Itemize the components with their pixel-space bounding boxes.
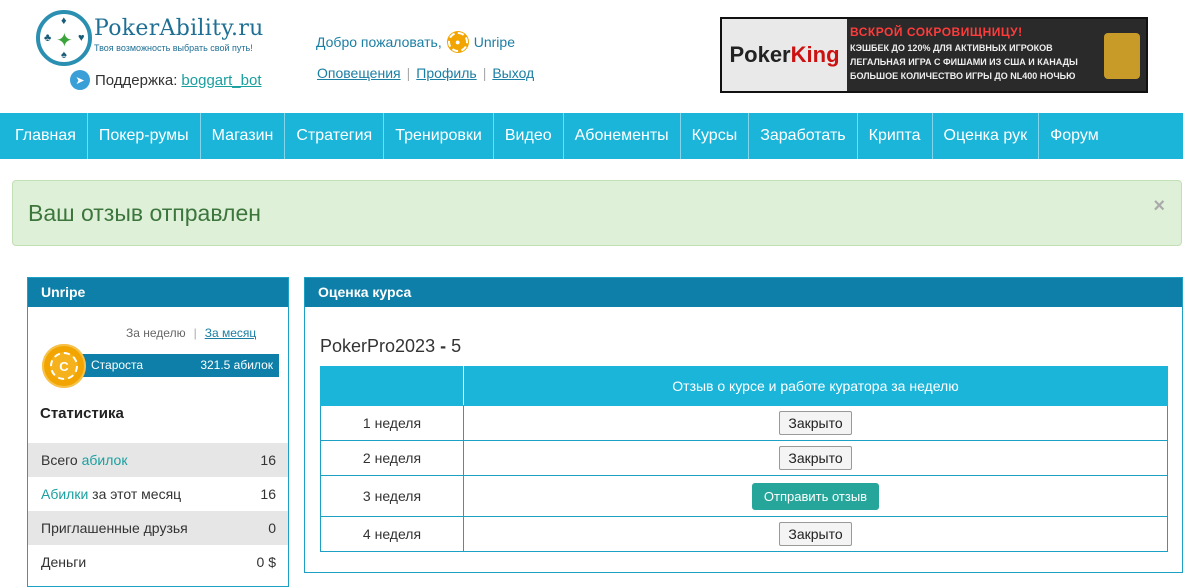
week-label: 1 неделя bbox=[320, 405, 464, 441]
banner-line: ЛЕГАЛЬНАЯ ИГРА С ФИШАМИ ИЗ США И КАНАДЫ bbox=[850, 57, 1078, 67]
support-label: Поддержка: bbox=[95, 71, 178, 89]
profile-link[interactable]: Профиль bbox=[416, 65, 476, 81]
nav-video[interactable]: Видео bbox=[494, 113, 564, 159]
nav-strategy[interactable]: Стратегия bbox=[285, 113, 385, 159]
banner-line: БОЛЬШОЕ КОЛИЧЕСТВО ИГРЫ ДО NL400 НОЧЬЮ bbox=[850, 71, 1076, 81]
nav-hand-review[interactable]: Оценка рук bbox=[933, 113, 1040, 159]
success-alert: Ваш отзыв отправлен × bbox=[12, 180, 1182, 246]
table-row: 1 неделя Закрыто bbox=[320, 405, 1168, 441]
telegram-icon: ➤ bbox=[70, 70, 90, 90]
banner-text: ВСКРОЙ СОКРОВИЩНИЦУ! КЭШБЕК ДО 120% ДЛЯ … bbox=[850, 25, 1100, 81]
alert-message: Ваш отзыв отправлен bbox=[28, 200, 261, 226]
header: ♦ ♣ ♥ ♠ ✦ PokerAbility.ru Твоя возможнос… bbox=[0, 0, 1183, 113]
period-switch: За неделю | За месяц bbox=[126, 326, 257, 340]
period-week[interactable]: За неделю bbox=[126, 326, 186, 340]
close-icon[interactable]: × bbox=[1153, 195, 1165, 218]
stat-value: 0 $ bbox=[256, 554, 276, 570]
banner-headline: ВСКРОЙ СОКРОВИЩНИЦУ! bbox=[850, 25, 1023, 39]
panel-title: Оценка курса bbox=[305, 278, 1182, 307]
rank-chip-icon: C bbox=[42, 344, 86, 388]
stat-value: 0 bbox=[268, 520, 276, 536]
closed-button[interactable]: Закрыто bbox=[779, 446, 852, 470]
ad-banner[interactable]: Poker King ВСКРОЙ СОКРОВИЩНИЦУ! КЭШБЕК ДО… bbox=[720, 17, 1148, 93]
nav-crypto[interactable]: Крипта bbox=[858, 113, 933, 159]
week-label: 4 неделя bbox=[320, 516, 464, 552]
week-label: 2 неделя bbox=[320, 440, 464, 476]
send-review-button[interactable]: Отправить отзыв bbox=[751, 482, 880, 510]
logo-title: PokerAbility.ru bbox=[94, 16, 264, 41]
nav-trainings[interactable]: Тренировки bbox=[384, 113, 494, 159]
rank-bar: Староста 321.5 абилок bbox=[74, 354, 279, 377]
stat-row: Всего абилок 16 bbox=[28, 443, 288, 477]
user-sidebar: Unripe За неделю | За месяц C Староста 321… bbox=[27, 277, 289, 587]
rank-name: Староста bbox=[91, 358, 144, 372]
nav-subscriptions[interactable]: Абонементы bbox=[564, 113, 681, 159]
nav-poker-rooms[interactable]: Покер-румы bbox=[88, 113, 201, 159]
welcome-text: Добро пожаловать, bbox=[316, 34, 442, 50]
banner-brand: Poker King bbox=[722, 19, 847, 91]
nav-shop[interactable]: Магазин bbox=[201, 113, 286, 159]
table-header-week bbox=[320, 366, 464, 406]
table-row: 2 неделя Закрыто bbox=[320, 440, 1168, 476]
nav-forum[interactable]: Форум bbox=[1039, 113, 1110, 159]
compass-star-icon: ✦ bbox=[56, 30, 73, 52]
banner-line: КЭШБЕК ДО 120% ДЛЯ АКТИВНЫХ ИГРОКОВ bbox=[850, 43, 1053, 53]
weeks-table: Отзыв о курсе и работе куратора за недел… bbox=[320, 366, 1168, 552]
abilki-link[interactable]: абилок bbox=[82, 452, 128, 468]
chip-icon: ● bbox=[447, 32, 468, 52]
treasure-chest-icon bbox=[1104, 33, 1140, 79]
logout-link[interactable]: Выход bbox=[492, 65, 534, 81]
support-link[interactable]: boggart_bot bbox=[181, 72, 261, 89]
stats-title: Статистика bbox=[40, 405, 124, 422]
stat-row: Деньги 0 $ bbox=[28, 545, 288, 579]
stat-row: Приглашенные друзья 0 bbox=[28, 511, 288, 545]
support-line: ➤ Поддержка: boggart_bot bbox=[70, 70, 262, 90]
site-logo[interactable]: ♦ ♣ ♥ ♠ ✦ PokerAbility.ru Твоя возможнос… bbox=[36, 10, 276, 68]
sidebar-title: Unripe bbox=[28, 278, 288, 307]
logo-subtitle: Твоя возможность выбрать свой путь! bbox=[94, 43, 253, 53]
table-row: 3 неделя Отправить отзыв bbox=[320, 475, 1168, 517]
course-title: PokerPro2023 - 5 bbox=[320, 336, 462, 356]
closed-button[interactable]: Закрыто bbox=[779, 411, 852, 435]
stat-value: 16 bbox=[260, 486, 276, 502]
user-links: Оповещения | Профиль | Выход bbox=[317, 65, 535, 81]
stat-value: 16 bbox=[260, 452, 276, 468]
username[interactable]: Unripe bbox=[474, 34, 515, 50]
rank-value: 321.5 абилок bbox=[200, 358, 273, 372]
welcome-line: Добро пожаловать, ● Unripe bbox=[316, 32, 515, 52]
stat-row: Абилки за этот месяц 16 bbox=[28, 477, 288, 511]
nav-home[interactable]: Главная bbox=[0, 113, 88, 159]
period-month[interactable]: За месяц bbox=[205, 326, 257, 340]
stats-list: Всего абилок 16 Абилки за этот месяц 16 … bbox=[28, 443, 288, 579]
main-nav: Главная Покер-румы Магазин Стратегия Тре… bbox=[0, 113, 1183, 159]
notifications-link[interactable]: Оповещения bbox=[317, 65, 401, 81]
week-label: 3 неделя bbox=[320, 475, 464, 517]
closed-button[interactable]: Закрыто bbox=[779, 522, 852, 546]
table-header-review: Отзыв о курсе и работе куратора за недел… bbox=[463, 366, 1168, 406]
nav-courses[interactable]: Курсы bbox=[681, 113, 750, 159]
abilki-link[interactable]: Абилки bbox=[41, 486, 88, 502]
nav-earn[interactable]: Заработать bbox=[749, 113, 858, 159]
table-row: 4 неделя Закрыто bbox=[320, 516, 1168, 552]
course-review-panel: Оценка курса PokerPro2023 - 5 Отзыв о ку… bbox=[304, 277, 1183, 573]
logo-emblem: ♦ ♣ ♥ ♠ ✦ bbox=[36, 10, 92, 66]
